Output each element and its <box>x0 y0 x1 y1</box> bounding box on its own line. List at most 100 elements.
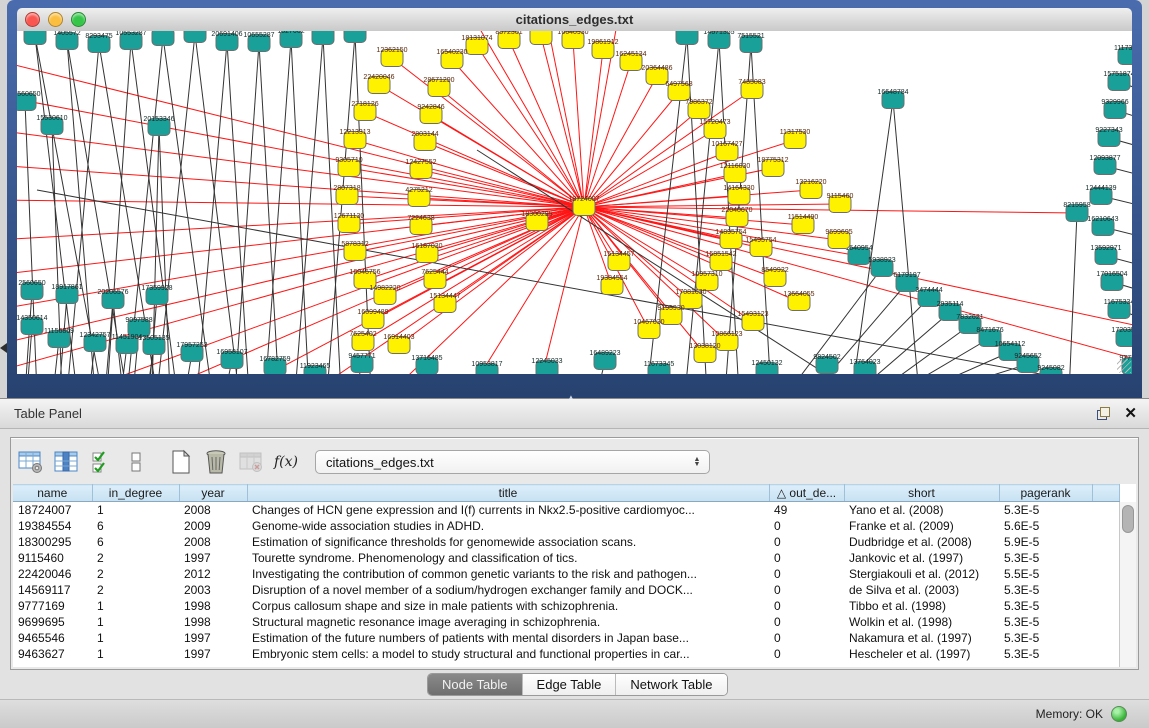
network-edge[interactable] <box>265 39 291 374</box>
network-edge[interactable] <box>541 36 584 207</box>
table-cell[interactable]: 1 <box>92 646 179 662</box>
network-edge[interactable] <box>893 100 919 374</box>
tab-node-table[interactable]: Node Table <box>428 674 523 695</box>
network-edge[interactable] <box>584 110 699 207</box>
table-cell[interactable]: Jankovic et al. (1997) <box>844 550 999 566</box>
network-edge[interactable] <box>915 352 1010 374</box>
table-cell[interactable]: 2 <box>92 566 179 582</box>
table-row[interactable]: 946362711997Embryonic stem cells: a mode… <box>13 646 1119 662</box>
network-edge[interactable] <box>431 115 584 207</box>
close-panel-icon[interactable]: ✕ <box>1124 407 1137 420</box>
table-cell[interactable]: 5.5E-5 <box>999 566 1092 582</box>
table-cell[interactable]: Tibbo et al. (1998) <box>844 598 999 614</box>
table-cell[interactable]: Nakamura et al. (1997) <box>844 630 999 646</box>
table-cell[interactable]: Changes of HCN gene expression and I(f) … <box>247 502 769 519</box>
network-edge[interactable] <box>163 37 212 374</box>
table-cell[interactable]: 0 <box>769 630 844 646</box>
table-cell[interactable]: Franke et al. (2009) <box>844 518 999 534</box>
table-cell[interactable]: Hescheler et al. (1997) <box>844 646 999 662</box>
function-builder-button[interactable]: f(x) <box>272 447 300 477</box>
table-cell[interactable]: 2 <box>92 550 179 566</box>
network-edge[interactable] <box>1069 213 1077 374</box>
table-cell[interactable]: 0 <box>769 582 844 598</box>
table-cell[interactable]: Stergiakouli et al. (2012) <box>844 566 999 582</box>
network-edge[interactable] <box>235 43 259 374</box>
table-cell[interactable]: 0 <box>769 614 844 630</box>
table-cell[interactable]: 5.3E-5 <box>999 630 1092 646</box>
network-node[interactable] <box>344 31 366 43</box>
column-header-in_degree[interactable]: in_degree <box>92 485 179 502</box>
table-cell[interactable]: 5.3E-5 <box>999 598 1092 614</box>
table-row[interactable]: 946554611997Estimation of the future num… <box>13 630 1119 646</box>
table-cell[interactable]: Tourette syndrome. Phenomenology and cla… <box>247 550 769 566</box>
network-edge[interactable] <box>852 100 893 374</box>
network-edge[interactable] <box>17 60 584 207</box>
table-cell[interactable]: 19384554 <box>13 518 92 534</box>
table-cell[interactable]: 2009 <box>179 518 247 534</box>
network-edge[interactable] <box>875 325 970 374</box>
table-row[interactable]: 2242004622012Investigating the contribut… <box>13 566 1119 582</box>
row-selection-button[interactable] <box>87 447 115 477</box>
new-column-button[interactable] <box>167 447 195 477</box>
network-node[interactable] <box>676 31 698 45</box>
table-cell[interactable]: 0 <box>769 550 844 566</box>
table-cell[interactable]: de Silva et al. (2003) <box>844 582 999 598</box>
window-titlebar[interactable]: citations_edges.txt <box>17 8 1132 32</box>
column-header-year[interactable]: year <box>179 485 247 502</box>
table-cell[interactable]: 9465546 <box>13 630 92 646</box>
network-edge[interactable] <box>67 41 95 374</box>
network-edge[interactable] <box>195 34 239 374</box>
table-cell[interactable]: 9115460 <box>13 550 92 566</box>
table-cell[interactable]: Dudbridge et al. (2008) <box>844 534 999 550</box>
table-cell[interactable]: 5.3E-5 <box>999 550 1092 566</box>
column-header-out_de[interactable]: △ out_de... <box>769 485 844 502</box>
table-cell[interactable]: 2 <box>92 582 179 598</box>
table-cell[interactable]: Genome-wide association studies in ADHD. <box>247 518 769 534</box>
table-cell[interactable]: 22420046 <box>13 566 92 582</box>
network-edge[interactable] <box>157 34 195 374</box>
column-header-short[interactable]: short <box>844 485 999 502</box>
table-cell[interactable]: 0 <box>769 566 844 582</box>
table-cell[interactable]: 5.3E-5 <box>999 502 1092 519</box>
table-cell[interactable]: 2012 <box>179 566 247 582</box>
table-row[interactable]: 1830029562008Estimation of significance … <box>13 534 1119 550</box>
scrollbar-thumb[interactable] <box>1122 505 1134 533</box>
table-cell[interactable]: 6 <box>92 534 179 550</box>
table-cell[interactable]: Wolkin et al. (1998) <box>844 614 999 630</box>
table-cell[interactable]: 1 <box>92 630 179 646</box>
network-edge[interactable] <box>834 298 929 374</box>
panel-collapse-arrow-icon[interactable] <box>0 343 7 353</box>
column-header-name[interactable]: name <box>13 485 92 502</box>
table-cell[interactable]: 1998 <box>179 614 247 630</box>
table-cell[interactable]: 1997 <box>179 646 247 662</box>
network-edge[interactable] <box>584 130 715 207</box>
network-edge[interactable] <box>509 40 584 207</box>
table-cell[interactable]: Estimation of the future numbers of pati… <box>247 630 769 646</box>
network-node[interactable] <box>152 31 174 46</box>
table-cell[interactable]: 1997 <box>179 630 247 646</box>
table-cell[interactable]: 9699695 <box>13 614 92 630</box>
network-edge[interactable] <box>537 207 584 374</box>
column-header-title[interactable]: title <box>247 485 769 502</box>
table-cell[interactable]: 1998 <box>179 598 247 614</box>
table-row[interactable]: 969969511998Structural magnetic resonanc… <box>13 614 1119 630</box>
network-node[interactable] <box>530 31 552 45</box>
table-mode-button[interactable] <box>17 447 45 477</box>
table-cell[interactable]: 14569117 <box>13 582 92 598</box>
table-cell[interactable]: Estimation of significance thresholds fo… <box>247 534 769 550</box>
network-edge[interactable] <box>373 207 584 320</box>
resize-grip-icon[interactable] <box>1117 359 1131 373</box>
vertical-scrollbar[interactable] <box>1119 502 1136 667</box>
table-cell[interactable]: 2003 <box>179 582 247 598</box>
network-edge[interactable] <box>363 207 584 342</box>
table-cell[interactable]: 1997 <box>179 550 247 566</box>
table-cell[interactable]: 18300295 <box>13 534 92 550</box>
tab-network-table[interactable]: Network Table <box>616 674 726 695</box>
network-node[interactable] <box>312 31 334 45</box>
table-row[interactable]: 1938455462009Genome-wide association stu… <box>13 518 1119 534</box>
table-row[interactable]: 1456911722003Disruption of a novel membe… <box>13 582 1119 598</box>
table-selector-dropdown[interactable]: citations_edges.txt ▲▼ <box>315 450 710 474</box>
delete-column-button[interactable] <box>202 447 230 477</box>
table-cell[interactable]: 0 <box>769 518 844 534</box>
network-view-canvas[interactable]: 1049312140557282934751055328715723061986… <box>17 31 1132 374</box>
